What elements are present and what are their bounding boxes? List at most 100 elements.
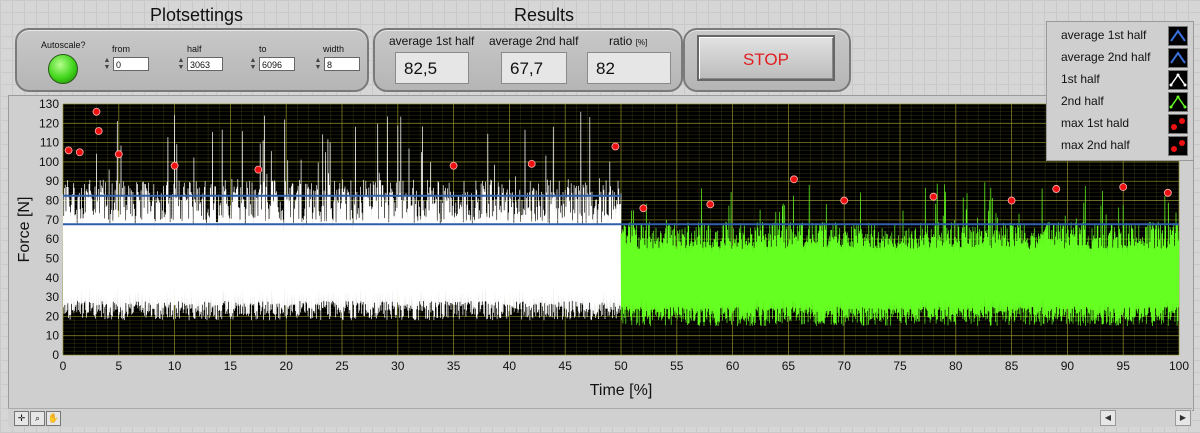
y-tick-label: 70 [46,213,60,227]
line-white-icon [1168,70,1188,90]
legend-label: 2nd half [1061,94,1104,108]
x-tick-label: 70 [838,359,852,373]
max-2nd-half-point [1007,196,1016,205]
graph-toolbar: ✛ ⌕ ✋ ◀ ▶ [8,408,1192,427]
stop-button[interactable]: STOP [697,35,835,81]
x-tick-label: 60 [726,359,740,373]
half-spinner-icon[interactable]: ▲ ▼ [177,57,185,71]
max-1st-half-point [449,161,458,170]
y-axis-title: Force [N] [16,197,33,263]
x-tick-label: 90 [1061,359,1075,373]
x-tick-label: 15 [224,359,238,373]
y-tick-label: 50 [46,251,60,265]
max-2nd-half-point [840,196,849,205]
legend-label: max 1st hald [1061,116,1130,130]
legend-item-average-2nd-half[interactable]: average 2nd half [1047,46,1193,68]
avg1-value: 82,5 [395,52,469,84]
x-tick-label: 50 [614,359,628,373]
line-green-icon [1168,92,1188,112]
max-2nd-half-point [1163,188,1172,197]
y-tick-label: 40 [46,271,60,285]
max-1st-half-point [527,159,536,168]
plotsettings-panel: Autoscale? from ▲ ▼ 0 half ▲ ▼ 3063 to ▲ ▼ … [15,28,369,92]
width-spinner-icon[interactable]: ▲ ▼ [314,57,322,71]
max-1st-half-point [611,142,620,151]
y-tick-label: 20 [46,309,60,323]
y-tick-label: 0 [52,348,59,362]
x-tick-label: 45 [559,359,573,373]
x-tick-label: 5 [115,359,122,373]
line-blue-icon [1168,26,1188,46]
from-spinner-icon[interactable]: ▲ ▼ [103,57,111,71]
max-1st-half-point [75,148,84,157]
from-input[interactable]: 0 [113,57,149,71]
zoom-icon[interactable]: ⌕ [30,411,45,426]
x-tick-label: 30 [391,359,405,373]
scroll-left-icon[interactable]: ◀ [1100,410,1116,426]
max-2nd-half-point [929,192,938,201]
max-2nd-half-point [1052,185,1061,193]
x-tick-label: 20 [280,359,294,373]
to-spinner-icon[interactable]: ▲ ▼ [249,57,257,71]
legend-item-max-2nd-half[interactable]: max 2nd half [1047,134,1193,156]
to-label: to [259,44,267,54]
half-label: half [187,44,202,54]
x-tick-label: 95 [1117,359,1131,373]
force-time-chart: 0 5 10 15 20 25 30 35 40 45 50 55 60 65 70 75 80 85 90 95 10… [16,97,1189,399]
avg2-label: average 2nd half [489,34,579,48]
x-tick-label: 75 [893,359,907,373]
y-tick-label: 120 [39,116,59,130]
max-2nd-half-point [639,204,648,213]
pan-hand-icon[interactable]: ✋ [46,411,61,426]
line-blue-icon [1168,48,1188,68]
x-tick-label: 65 [782,359,796,373]
x-tick-label: 35 [447,359,461,373]
x-tick-label: 40 [503,359,517,373]
points-red-icon [1168,136,1188,156]
x-tick-label: 0 [60,359,67,373]
cursor-move-icon[interactable]: ✛ [14,411,29,426]
max-1st-half-point [64,146,73,155]
plot-frame: 0 5 10 15 20 25 30 35 40 45 50 55 60 65 70 75 80 85 90 95 10… [8,95,1194,411]
y-tick-label: 10 [46,329,60,343]
max-2nd-half-point [790,175,798,184]
x-tick-label: 100 [1169,359,1189,373]
x-tick-label: 55 [670,359,684,373]
points-red-icon [1168,114,1188,134]
avg2-value: 67,7 [501,52,567,84]
ratio-value: 82 [587,52,671,84]
legend-label: max 2nd half [1061,138,1130,152]
avg1-label: average 1st half [389,34,475,48]
max-1st-half-point [254,165,263,174]
max-1st-half-point [92,107,101,116]
legend-label: 1st half [1061,72,1100,86]
autoscale-label: Autoscale? [41,40,86,50]
half-input[interactable]: 3063 [187,57,223,71]
max-2nd-half-point [706,200,715,209]
legend-item-2nd-half[interactable]: 2nd half [1047,90,1193,112]
to-input[interactable]: 6096 [259,57,295,71]
x-axis-title: Time [%] [590,382,653,399]
max-2nd-half-point [1119,183,1128,191]
y-tick-label: 80 [46,194,60,208]
legend-label: average 1st half [1061,28,1147,42]
x-tick-label: 10 [168,359,182,373]
plot-legend: average 1st half average 2nd half 1st ha… [1046,21,1194,161]
legend-item-1st-half[interactable]: 1st half [1047,68,1193,90]
plotsettings-title: Plotsettings [150,5,244,25]
legend-item-average-1st-half[interactable]: average 1st half [1047,24,1193,46]
max-1st-half-point [114,150,123,159]
legend-item-max-1st-hald[interactable]: max 1st hald [1047,112,1193,134]
width-label: width [323,44,345,54]
x-tick-label: 80 [949,359,963,373]
x-tick-label: 85 [1005,359,1019,373]
y-tick-label: 110 [40,136,59,150]
scroll-right-icon[interactable]: ▶ [1175,410,1191,426]
ratio-unit: [%] [635,38,648,47]
width-input[interactable]: 8 [324,57,360,71]
legend-label: average 2nd half [1061,50,1151,64]
y-tick-label: 30 [46,290,60,304]
y-tick-label: 90 [46,174,60,188]
autoscale-led-toggle[interactable] [48,54,78,84]
results-panel: average 1st half 82,5 average 2nd half 6… [373,28,683,92]
